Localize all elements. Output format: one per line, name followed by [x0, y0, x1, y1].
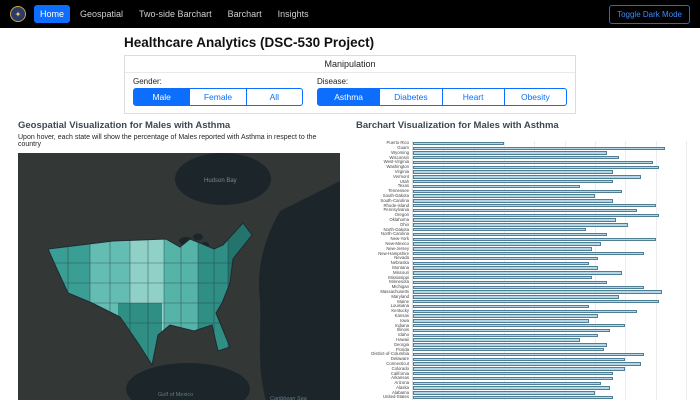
nav-item-barchart[interactable]: Barchart — [222, 5, 268, 23]
bar[interactable] — [413, 377, 613, 380]
bar[interactable] — [413, 300, 659, 303]
bar[interactable] — [413, 190, 622, 193]
bar[interactable] — [413, 290, 662, 293]
bar[interactable] — [413, 382, 601, 385]
disease-filter-group: Disease: Asthma Diabetes Heart Obesity — [317, 77, 567, 106]
gender-option-female[interactable]: Female — [190, 88, 246, 106]
toggle-dark-mode-button[interactable]: Toggle Dark Mode — [609, 5, 690, 24]
bar[interactable] — [413, 142, 504, 145]
barchart-plot-area — [412, 141, 686, 400]
gender-option-all[interactable]: All — [247, 88, 303, 106]
bar[interactable] — [413, 238, 656, 241]
bar[interactable] — [413, 266, 598, 269]
bar[interactable] — [413, 161, 653, 164]
us-choropleth-svg: Hudson Bay Gulf of Mexico Caribbean Sea — [18, 153, 340, 400]
bar[interactable] — [413, 281, 607, 284]
disease-option-diabetes[interactable]: Diabetes — [380, 88, 442, 106]
navbar: ✦ Home Geospatial Two-side Barchart Barc… — [0, 0, 700, 28]
brand-crest-logo-icon[interactable]: ✦ — [10, 6, 26, 22]
bar[interactable] — [413, 218, 616, 221]
page-title: Healthcare Analytics (DSC-530 Project) — [124, 35, 576, 50]
bar[interactable] — [413, 252, 644, 255]
bar[interactable] — [413, 151, 607, 154]
bar[interactable] — [413, 324, 625, 327]
bar[interactable] — [413, 276, 592, 279]
bar[interactable] — [413, 358, 625, 361]
choropleth-map[interactable]: Hudson Bay Gulf of Mexico Caribbean Sea … — [18, 153, 340, 400]
bar[interactable] — [413, 166, 659, 169]
map-label-gulf-of-mexico: Gulf of Mexico — [158, 392, 193, 398]
bar[interactable] — [413, 329, 610, 332]
bar[interactable] — [413, 367, 625, 370]
bar[interactable] — [413, 223, 628, 226]
disease-option-obesity[interactable]: Obesity — [505, 88, 567, 106]
bar[interactable] — [413, 204, 656, 207]
bar[interactable] — [413, 147, 665, 150]
bar[interactable] — [413, 257, 598, 260]
bar[interactable] — [413, 199, 613, 202]
bar[interactable] — [413, 319, 589, 322]
bar[interactable] — [413, 271, 622, 274]
barchart-y-axis: Puerto RicoGuamWyomingWisconsinWest-Virg… — [356, 141, 412, 400]
bar[interactable] — [413, 185, 580, 188]
gridline — [686, 141, 687, 400]
bar[interactable] — [413, 286, 644, 289]
bar[interactable] — [413, 247, 592, 250]
geospatial-subtitle: Upon hover, each state will show the per… — [18, 134, 340, 148]
bar[interactable] — [413, 386, 610, 389]
bar[interactable] — [413, 310, 637, 313]
gender-filter-group: Gender: Male Female All — [133, 77, 303, 106]
gender-option-male[interactable]: Male — [133, 88, 190, 106]
bar[interactable] — [413, 348, 604, 351]
bar[interactable] — [413, 372, 613, 375]
nav-item-home[interactable]: Home — [34, 5, 70, 23]
bar[interactable] — [413, 175, 641, 178]
bar[interactable] — [413, 156, 619, 159]
manipulation-panel: Manipulation Gender: Male Female All Dis… — [124, 55, 576, 114]
bar[interactable] — [413, 338, 580, 341]
map-label-caribbean-sea: Caribbean Sea — [270, 396, 307, 400]
bar[interactable] — [413, 170, 613, 173]
bar[interactable] — [413, 362, 641, 365]
gender-filter-label: Gender: — [133, 77, 303, 86]
bar-category-label: United-States — [356, 395, 412, 400]
barchart-title: Barchart Visualization for Males with As… — [356, 120, 686, 131]
bar[interactable] — [413, 396, 613, 399]
barchart: Puerto RicoGuamWyomingWisconsinWest-Virg… — [356, 141, 686, 400]
bar[interactable] — [413, 295, 619, 298]
bar[interactable] — [413, 233, 607, 236]
bar[interactable] — [413, 334, 598, 337]
bar[interactable] — [413, 353, 644, 356]
bar[interactable] — [413, 305, 589, 308]
bar[interactable] — [413, 194, 595, 197]
geospatial-title: Geospatial Visualization for Males with … — [18, 120, 340, 131]
nav-item-geospatial[interactable]: Geospatial — [74, 5, 129, 23]
nav-item-insights[interactable]: Insights — [272, 5, 315, 23]
bar[interactable] — [413, 343, 607, 346]
nav-item-two-side-barchart[interactable]: Two-side Barchart — [133, 5, 218, 23]
manipulation-panel-title: Manipulation — [125, 56, 575, 73]
disease-option-heart[interactable]: Heart — [443, 88, 505, 106]
bar[interactable] — [413, 242, 601, 245]
bar[interactable] — [413, 209, 637, 212]
disease-option-asthma[interactable]: Asthma — [317, 88, 380, 106]
bar[interactable] — [413, 314, 598, 317]
bar[interactable] — [413, 180, 613, 183]
disease-filter-label: Disease: — [317, 77, 567, 86]
bar[interactable] — [413, 262, 589, 265]
bar[interactable] — [413, 391, 595, 394]
map-label-hudson-bay: Hudson Bay — [204, 178, 237, 184]
bar[interactable] — [413, 228, 586, 231]
nav-items: Home Geospatial Two-side Barchart Barcha… — [34, 5, 315, 23]
bar[interactable] — [413, 214, 659, 217]
